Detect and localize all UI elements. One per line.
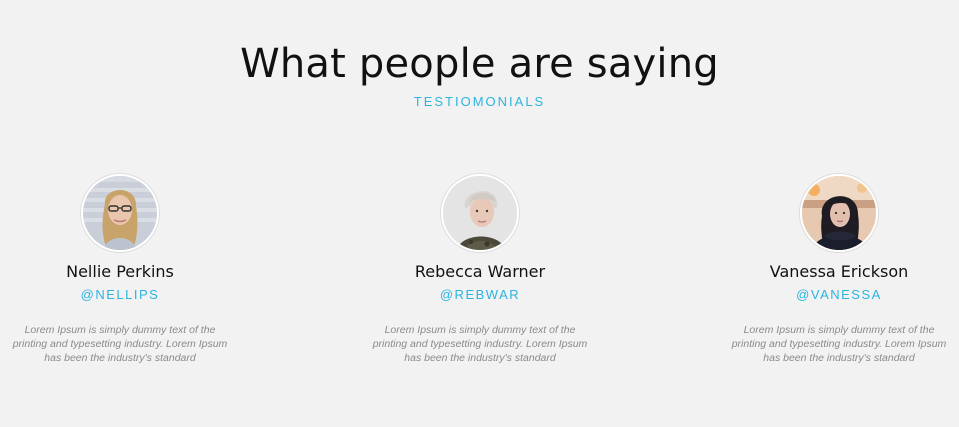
testimonial-name: Vanessa Erickson <box>769 262 909 281</box>
avatar <box>800 174 878 252</box>
avatar-photo-icon <box>83 176 157 250</box>
testimonial-quote: Lorem Ipsum is simply dummy text of the … <box>12 324 228 364</box>
testimonial-card: Vanessa Erickson @VANESSA Lorem Ipsum is… <box>719 174 959 365</box>
testimonial-name: Nellie Perkins <box>66 262 174 281</box>
avatar <box>81 174 159 252</box>
testimonial-quote: Lorem Ipsum is simply dummy text of the … <box>731 324 947 364</box>
testimonial-quote: Lorem Ipsum is simply dummy text of the … <box>372 324 588 364</box>
avatar-photo-icon <box>443 176 517 250</box>
testimonial-name: Rebecca Warner <box>414 262 546 281</box>
testimonials-section: What people are saying TESTIOMONIALS Nel… <box>0 0 959 427</box>
avatar <box>441 174 519 252</box>
testimonial-card: Rebecca Warner @REBWAR Lorem Ipsum is si… <box>360 174 600 365</box>
testimonial-handle: @REBWAR <box>439 287 521 302</box>
section-title: What people are saying <box>240 41 719 87</box>
testimonial-handle: @VANESSA <box>796 287 882 302</box>
section-subtitle: TESTIOMONIALS <box>413 94 546 109</box>
testimonial-card: Nellie Perkins @NELLIPS Lorem Ipsum is s… <box>0 174 240 365</box>
avatar-photo-icon <box>802 176 876 250</box>
testimonial-handle: @NELLIPS <box>80 287 160 302</box>
